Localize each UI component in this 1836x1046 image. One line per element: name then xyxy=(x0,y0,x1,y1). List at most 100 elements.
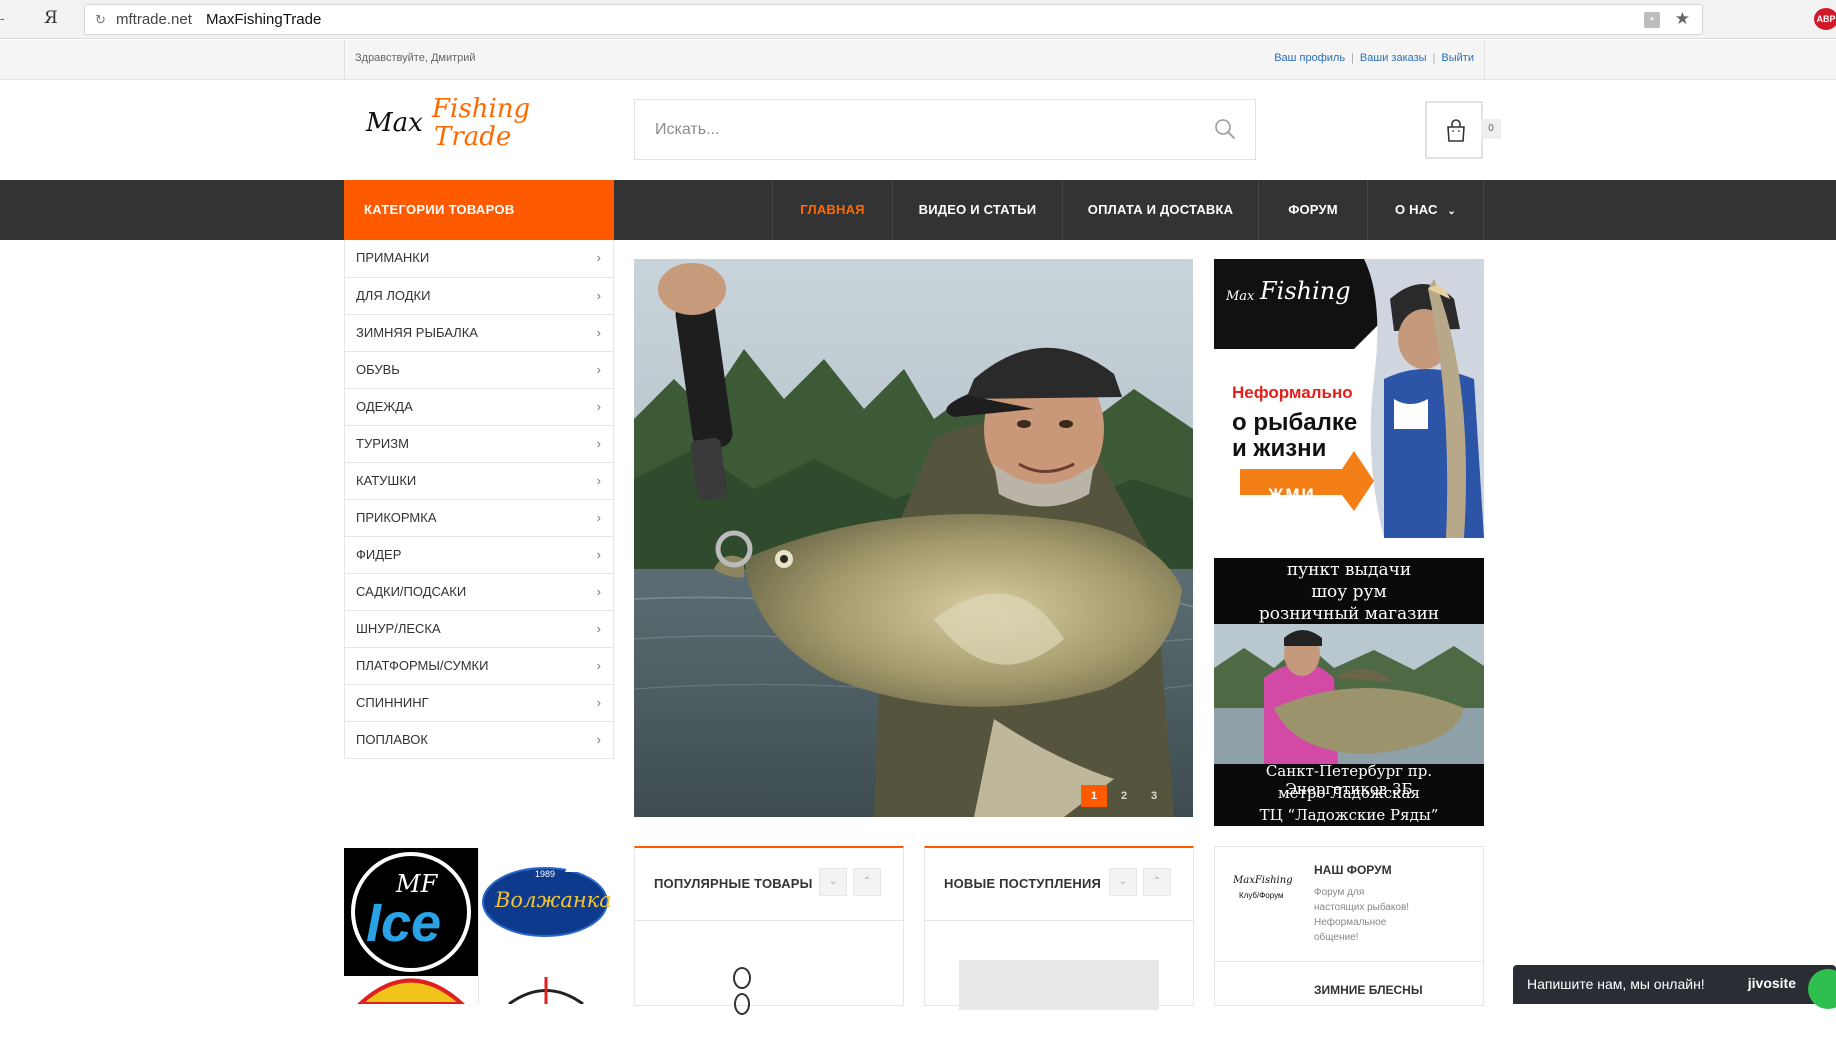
winter-lures-title[interactable]: ЗИМНИЕ БЛЕСНЫ xyxy=(1314,983,1423,997)
category-item[interactable]: ПРИКОРМКА › xyxy=(345,499,613,536)
brand-emblem-partial xyxy=(508,977,584,1004)
search-input[interactable] xyxy=(655,118,1195,142)
chevron-right-icon: › xyxy=(596,547,601,562)
nav-home[interactable]: ГЛАВНАЯ xyxy=(772,180,892,240)
slider-page-3[interactable]: 3 xyxy=(1141,785,1167,807)
banner1-line2: о рыбалке xyxy=(1232,409,1358,436)
hero-slider-image[interactable] xyxy=(634,259,1193,817)
banner1-line3: и жизни xyxy=(1232,435,1327,462)
volzhanka-name: Волжанка xyxy=(495,888,612,912)
site-logo[interactable]: Max Fishing Trade xyxy=(366,94,566,160)
scroll-down-button[interactable]: ⌄ xyxy=(819,868,847,896)
product-thumbnail[interactable] xyxy=(727,966,757,1046)
category-item[interactable]: КАТУШКИ › xyxy=(345,462,613,499)
category-item[interactable]: ТУРИЗМ › xyxy=(345,425,613,462)
banner1-logo-max: Max xyxy=(1226,289,1255,304)
address-bar[interactable]: ↻ mftrade.net MaxFishingTrade ▪ ★ xyxy=(84,4,1703,35)
chevron-right-icon: › xyxy=(596,436,601,451)
logo-word-fishing: Fishing xyxy=(432,94,531,124)
yandex-icon[interactable]: Я xyxy=(44,8,58,28)
mf-ice-bottom-text: Ice xyxy=(366,893,442,953)
greeting-text: Здравствуйте, Дмитрий xyxy=(355,52,476,64)
bookmark-star-icon[interactable]: ★ xyxy=(1675,9,1690,29)
widget-divider xyxy=(925,920,1193,921)
slider-page-1[interactable]: 1 xyxy=(1081,785,1107,807)
logo-word-trade: Trade xyxy=(434,122,512,152)
chevron-right-icon: › xyxy=(596,584,601,599)
nav-forum[interactable]: ФОРУМ xyxy=(1258,180,1367,240)
scroll-down-button[interactable]: ⌄ xyxy=(1109,868,1137,896)
category-label: СПИННИНГ xyxy=(356,695,429,710)
maxfishing-promo-banner[interactable]: Max Fishing Неформально о рыбалке и жизн… xyxy=(1214,259,1484,538)
lock-icon[interactable]: ▪ xyxy=(1644,12,1660,28)
forum-widget[interactable]: MaxFishing Клуб/Форум НАШ ФОРУМ Форум дл… xyxy=(1214,846,1484,1006)
banner2-top-line-1: пункт выдачи xyxy=(1286,560,1412,580)
profile-link[interactable]: Ваш профиль xyxy=(1274,52,1345,64)
brand-mf-ice-logo[interactable]: MF Ice xyxy=(344,848,478,976)
url-domain: mftrade.net xyxy=(116,11,192,28)
chevron-down-icon: ⌄ xyxy=(1447,206,1456,217)
category-item[interactable]: ДЛЯ ЛОДКИ › xyxy=(345,277,613,314)
url-page-title: MaxFishingTrade xyxy=(206,11,322,28)
slider-page-2[interactable]: 2 xyxy=(1111,785,1137,807)
categories-header[interactable]: КАТЕГОРИИ ТОВАРОВ xyxy=(344,180,614,240)
category-label: ДЛЯ ЛОДКИ xyxy=(356,288,431,303)
search-icon[interactable] xyxy=(1213,117,1237,141)
nav-video-articles[interactable]: ВИДЕО И СТАТЬИ xyxy=(892,180,1062,240)
category-list: ПРИМАНКИ › ДЛЯ ЛОДКИ › ЗИМНЯЯ РЫБАЛКА › ОБУ… xyxy=(344,240,614,759)
user-links: Ваш профиль | Ваши заказы | Выйти xyxy=(1274,52,1474,64)
category-item[interactable]: ОБУВЬ › xyxy=(345,351,613,388)
adblock-extension-icon[interactable]: ABP xyxy=(1814,8,1836,30)
reload-icon[interactable]: ↻ xyxy=(95,12,106,28)
nav-payment-delivery[interactable]: ОПЛАТА И ДОСТАВКА xyxy=(1062,180,1258,240)
back-icon[interactable]: - xyxy=(0,10,5,26)
forum-title[interactable]: НАШ ФОРУМ xyxy=(1314,863,1392,877)
forum-description: Форум для настоящих рыбаков! Неформально… xyxy=(1314,887,1410,943)
popular-products-widget: ПОПУЛЯРНЫЕ ТОВАРЫ ⌄ ⌃ xyxy=(634,846,904,1015)
chat-status-icon xyxy=(1808,969,1836,1009)
orders-link[interactable]: Ваши заказы xyxy=(1360,52,1427,64)
chevron-right-icon: › xyxy=(596,658,601,673)
brand-volzhanka-logo[interactable]: 1989 Волжанка xyxy=(479,848,614,976)
logout-link[interactable]: Выйти xyxy=(1441,52,1474,64)
banner2-address-line-2: метро Ладожская xyxy=(1278,784,1420,802)
category-item[interactable]: ПОПЛАВОК › xyxy=(345,721,613,758)
brands-divider xyxy=(478,848,479,1004)
category-item[interactable]: ПЛАТФОРМЫ/СУМКИ › xyxy=(345,647,613,684)
product-thumbnail[interactable] xyxy=(959,960,1159,1010)
category-item[interactable]: ФИДЕР › xyxy=(345,536,613,573)
category-item[interactable]: САДКИ/ПОДСАКИ › xyxy=(345,573,613,610)
popular-products-title: ПОПУЛЯРНЫЕ ТОВАРЫ xyxy=(654,876,813,891)
chevron-right-icon: › xyxy=(596,362,601,377)
banner1-cta: ЖМИ xyxy=(1268,485,1316,504)
link-separator: | xyxy=(1351,52,1354,64)
category-label: ФИДЕР xyxy=(356,547,402,562)
widget-divider xyxy=(635,920,903,921)
category-item[interactable]: ЗИМНЯЯ РЫБАЛКА › xyxy=(345,314,613,351)
category-label: КАТУШКИ xyxy=(356,473,417,488)
chat-prompt: Напишите нам, мы онлайн! xyxy=(1527,976,1705,992)
brand-logo-partial[interactable] xyxy=(344,977,478,1004)
chevron-right-icon: › xyxy=(596,288,601,303)
scroll-up-button[interactable]: ⌃ xyxy=(1143,868,1171,896)
live-chat-widget[interactable]: Напишите нам, мы онлайн! jivosite xyxy=(1513,965,1836,1009)
brand-logo-partial[interactable] xyxy=(479,977,614,1004)
volzhanka-year: 1989 xyxy=(535,869,556,879)
jivosite-logo: jivosite xyxy=(1747,975,1796,991)
nav-about[interactable]: О НАС ⌄ xyxy=(1367,180,1484,240)
store-location-banner[interactable]: пункт выдачи шоу рум розничный магазин С… xyxy=(1214,558,1484,826)
category-item[interactable]: СПИННИНГ › xyxy=(345,684,613,721)
category-label: ОБУВЬ xyxy=(356,362,400,377)
category-item[interactable]: ШНУР/ЛЕСКА › xyxy=(345,610,613,647)
chevron-right-icon: › xyxy=(596,510,601,525)
category-label: ПЛАТФОРМЫ/СУМКИ xyxy=(356,658,489,673)
category-label: ЗИМНЯЯ РЫБАЛКА xyxy=(356,325,478,340)
chevron-up-icon: ⌃ xyxy=(1152,876,1162,887)
strip-divider xyxy=(344,40,345,80)
scroll-up-button[interactable]: ⌃ xyxy=(853,868,881,896)
cart-button[interactable] xyxy=(1425,101,1483,159)
browser-toolbar: - Я ↻ mftrade.net MaxFishingTrade ▪ ★ AB… xyxy=(0,0,1836,39)
category-item[interactable]: ОДЕЖДА › xyxy=(345,388,613,425)
banner2-address-line-3: ТЦ “Ладожские Ряды” xyxy=(1259,806,1439,824)
category-item[interactable]: ПРИМАНКИ › xyxy=(345,240,613,277)
